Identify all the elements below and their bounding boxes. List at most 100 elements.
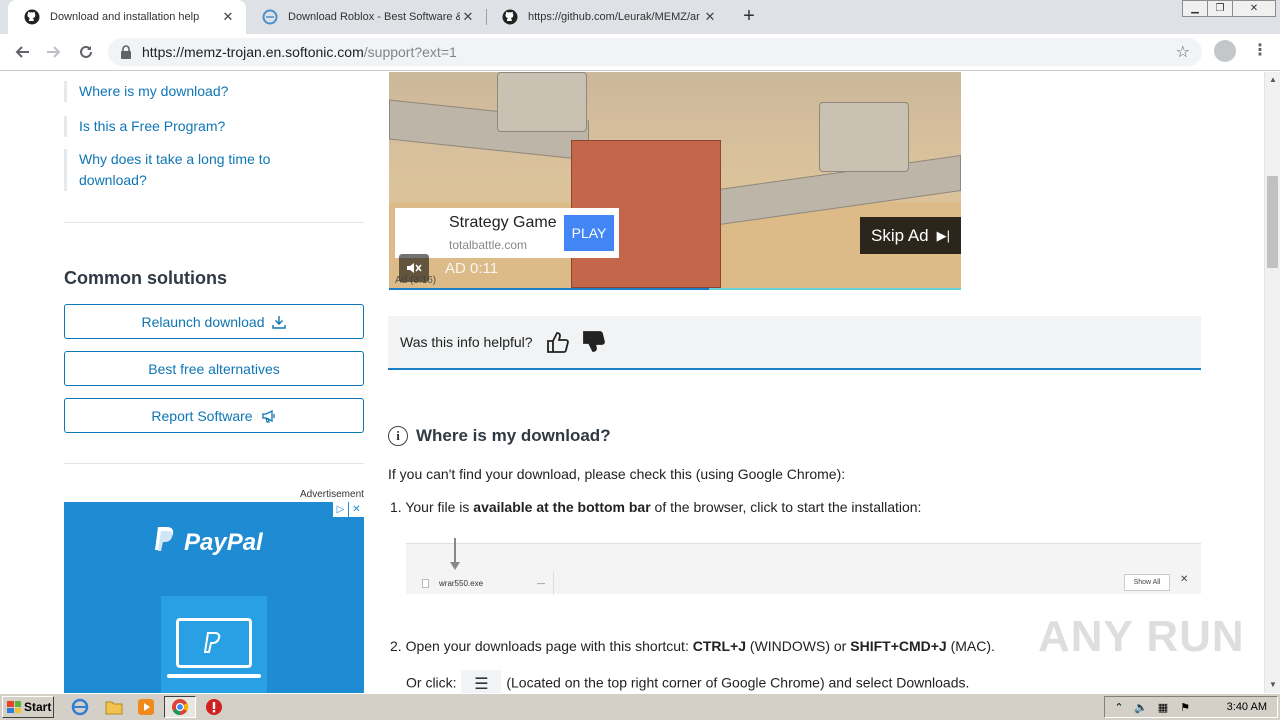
page-scrollbar[interactable]: ▲ ▼ <box>1264 72 1280 693</box>
castle-tower <box>819 102 909 172</box>
chrome-menu-icon[interactable]: ⋮ <box>1252 41 1268 61</box>
volume-icon[interactable]: 🔈 <box>1133 701 1149 714</box>
muted-speaker-icon <box>407 263 422 273</box>
stop-icon[interactable] <box>204 698 224 716</box>
close-icon[interactable]: ✕ <box>702 9 718 25</box>
paypal-p-icon <box>154 526 176 559</box>
sidebar-link-long-time[interactable]: Why does it take a long time to download… <box>64 149 284 191</box>
divider <box>64 222 364 223</box>
start-button[interactable]: Start <box>2 696 54 718</box>
common-solutions-title: Common solutions <box>64 268 227 288</box>
page-content: Where is my download? Is this a Free Pro… <box>0 72 1264 693</box>
reload-button[interactable] <box>74 40 98 64</box>
address-bar[interactable]: https://memz-trojan.en.softonic.com/supp… <box>108 38 1202 66</box>
ad-progress-fill <box>389 288 710 290</box>
ad-choices[interactable]: ▷ ✕ <box>332 502 364 517</box>
forward-button[interactable] <box>42 40 66 64</box>
ad-timer: AD 0:11 <box>445 260 499 277</box>
folder-icon[interactable] <box>104 698 124 716</box>
tab-title: https://github.com/Leurak/MEMZ/ar <box>528 11 700 23</box>
ad-play-button[interactable]: PLAY <box>564 215 614 251</box>
close-icon[interactable]: ✕ <box>460 9 476 25</box>
media-player-icon[interactable] <box>136 698 156 716</box>
tab-roblox[interactable]: Download Roblox - Best Software & ✕ <box>246 0 486 34</box>
step-1: 1. Your file is available at the bottom … <box>390 499 922 515</box>
scroll-up-arrow-icon[interactable]: ▲ <box>1265 72 1280 88</box>
close-icon: ✕ <box>1180 574 1189 585</box>
intro-text: If you can't find your download, please … <box>388 466 846 482</box>
restore-button[interactable]: ❐ <box>1207 0 1233 17</box>
show-all-button: Show All <box>1124 574 1170 591</box>
lock-icon <box>120 45 134 59</box>
anyrun-watermark: ANY RUN <box>1038 612 1245 661</box>
bookmark-star-icon[interactable]: ☆ <box>1176 42 1190 62</box>
laptop-icon <box>176 618 252 668</box>
skip-ad-button[interactable]: Skip Ad ▶| <box>860 217 961 254</box>
tray-expand-icon[interactable]: ⌃ <box>1111 701 1127 714</box>
file-icon <box>422 579 429 588</box>
best-free-alternatives-button[interactable]: Best free alternatives <box>64 351 364 386</box>
hamburger-menu-icon: ☰ <box>461 670 502 693</box>
chrome-icon <box>170 698 190 716</box>
pointer-arrowhead <box>450 562 460 570</box>
feedback-question: Was this info helpful? <box>400 334 533 350</box>
clock: 3:40 AM <box>1226 701 1267 713</box>
chevron-icon: — <box>537 579 545 588</box>
button-label: Relaunch download <box>141 313 265 330</box>
internet-explorer-icon[interactable] <box>70 698 90 716</box>
advertisement-label: Advertisement <box>300 489 364 500</box>
tab-download-help[interactable]: Download and installation help ✕ <box>8 0 246 34</box>
feedback-bar: Was this info helpful? <box>388 316 1201 370</box>
scroll-down-arrow-icon[interactable]: ▼ <box>1265 677 1280 693</box>
reload-icon <box>80 45 92 58</box>
softonic-icon <box>262 9 278 25</box>
laptop-base <box>167 674 261 678</box>
close-ad-icon[interactable]: ✕ <box>349 502 364 517</box>
report-software-button[interactable]: Report Software <box>64 398 364 433</box>
paypal-ad[interactable]: ▷ ✕ PayPal <box>64 502 364 693</box>
github-icon <box>24 9 40 25</box>
back-button[interactable] <box>10 40 34 64</box>
back-arrow-icon <box>15 46 29 58</box>
taskbar: Start ⌃ 🔈 ▦ ⚑ 3:40 AM <box>0 693 1280 720</box>
download-item: wrar550.exe — <box>416 572 554 595</box>
system-tray: ⌃ 🔈 ▦ ⚑ 3:40 AM <box>1104 696 1278 718</box>
windows-logo-icon <box>7 701 21 713</box>
adchoices-icon[interactable]: ▷ <box>333 502 348 517</box>
relaunch-download-button[interactable]: Relaunch download <box>64 304 364 339</box>
tab-title: Download and installation help <box>50 11 200 23</box>
window-close-button[interactable]: ✕ <box>1232 0 1276 17</box>
castle-tower <box>497 72 587 132</box>
sidebar-link-free-program[interactable]: Is this a Free Program? <box>64 116 225 137</box>
network-icon[interactable]: ▦ <box>1155 701 1171 714</box>
flag-icon[interactable]: ⚑ <box>1177 701 1193 714</box>
step-2b: Or click: ☰ (Located on the top right co… <box>406 670 969 693</box>
github-icon <box>502 9 518 25</box>
ad-card-title: Strategy Game <box>449 214 557 231</box>
step-2: 2. Open your downloads page with this sh… <box>390 638 995 654</box>
thumbs-up-icon[interactable] <box>545 329 571 355</box>
sidebar-link-where-download[interactable]: Where is my download? <box>64 81 228 102</box>
button-label: Report Software <box>151 407 253 424</box>
profile-avatar-icon[interactable] <box>1214 40 1236 62</box>
tab-title: Download Roblox - Best Software & <box>288 11 460 23</box>
download-icon <box>272 315 287 329</box>
minimize-button[interactable]: ▁ <box>1182 0 1208 17</box>
video-ad[interactable]: Strategy Game totalbattle.com PLAY Skip … <box>389 72 961 290</box>
url-path: /support?ext=1 <box>363 44 457 60</box>
megaphone-icon <box>261 409 277 423</box>
ad-count: Ad (3:16) <box>395 275 437 286</box>
scroll-thumb[interactable] <box>1267 176 1278 268</box>
url-host: https://memz-trojan.en.softonic.com <box>142 44 364 60</box>
skip-next-icon: ▶| <box>936 227 951 243</box>
download-filename: wrar550.exe <box>439 579 484 588</box>
divider <box>64 463 364 464</box>
close-icon[interactable]: ✕ <box>220 9 236 25</box>
thumbs-down-icon[interactable] <box>581 329 607 355</box>
window-controls: ▁ ❐ ✕ <box>1182 0 1276 18</box>
button-label: Best free alternatives <box>148 360 280 377</box>
tab-github-memz[interactable]: https://github.com/Leurak/MEMZ/ar ✕ <box>486 0 728 34</box>
info-icon: i <box>388 426 408 446</box>
new-tab-button[interactable]: + <box>738 6 760 28</box>
ad-card[interactable]: Strategy Game totalbattle.com PLAY <box>395 208 619 258</box>
